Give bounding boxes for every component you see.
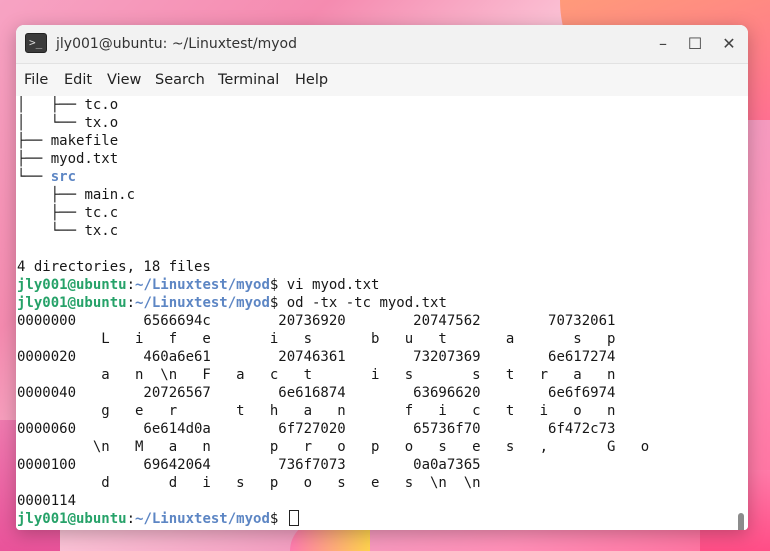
tree-line: ├── myod.txt — [17, 151, 119, 167]
minimize-icon[interactable]: – — [652, 34, 674, 54]
prompt-line: jly001@ubuntu:~/Linuxtest/myod$ od -tx -… — [17, 295, 447, 311]
terminal-app-icon: >_ — [25, 33, 47, 53]
tree-line: ├── main.c — [17, 187, 136, 203]
window-title: jly001@ubuntu: ~/Linuxtest/myod — [56, 36, 297, 52]
menu-file[interactable]: File — [24, 64, 48, 96]
tree-line: └── src — [17, 169, 77, 185]
tree-line: ├── makefile — [17, 133, 119, 149]
menu-help[interactable]: Help — [295, 64, 328, 96]
menu-terminal[interactable]: Terminal — [218, 64, 279, 96]
tree-line: │ └── tx.o — [17, 115, 119, 131]
terminal-window: >_ jly001@ubuntu: ~/Linuxtest/myod – ☐ ✕… — [16, 25, 748, 530]
title-bar[interactable]: >_ jly001@ubuntu: ~/Linuxtest/myod – ☐ ✕ — [16, 25, 748, 64]
od-output-line: g e r t h a n f i c t i o n — [17, 403, 616, 419]
od-output-line: d d i s p o s e s \n \n — [17, 475, 481, 491]
od-output-line: 0000100 69642064 736f7073 0a0a7365 — [17, 457, 481, 473]
tree-line: └── tx.c — [17, 223, 119, 239]
directory-name: src — [50, 169, 77, 185]
command-text: od -tx -tc myod.txt — [286, 295, 447, 311]
maximize-icon[interactable]: ☐ — [684, 34, 706, 54]
od-output-line: 0000000 6566694c 20736920 20747562 70732… — [17, 313, 616, 329]
od-output-line: \n M a n p r o p o s e s , G o — [17, 439, 650, 455]
od-output-line: a n \n F a c t i s s t r a n — [17, 367, 616, 383]
command-text: vi myod.txt — [286, 277, 380, 293]
menu-search[interactable]: Search — [155, 64, 205, 96]
od-output-line: L i f e i s b u t a s p — [17, 331, 616, 347]
od-output-line: 0000040 20726567 6e616874 63696620 6e6f6… — [17, 385, 616, 401]
od-output-line: 0000114 — [17, 493, 77, 509]
text-cursor — [288, 510, 299, 526]
terminal-output[interactable]: │ ├── tc.o │ └── tx.o ├── makefile ├── m… — [16, 96, 748, 530]
od-output-line: 0000020 460a6e61 20746361 73207369 6e617… — [17, 349, 616, 365]
menu-bar: File Edit View Search Terminal Help — [16, 64, 748, 96]
tree-summary: 4 directories, 18 files — [17, 259, 211, 275]
tree-line: ├── tc.c — [17, 205, 119, 221]
menu-view[interactable]: View — [107, 64, 141, 96]
prompt-line: jly001@ubuntu:~/Linuxtest/myod$ vi myod.… — [17, 277, 380, 293]
prompt-line[interactable]: jly001@ubuntu:~/Linuxtest/myod$ — [17, 510, 299, 528]
od-output-line: 0000060 6e614d0a 6f727020 65736f70 6f472… — [17, 421, 616, 437]
scrollbar-thumb[interactable] — [738, 513, 744, 530]
menu-edit[interactable]: Edit — [64, 64, 92, 96]
tree-line: │ ├── tc.o — [17, 97, 119, 113]
close-icon[interactable]: ✕ — [718, 34, 740, 54]
